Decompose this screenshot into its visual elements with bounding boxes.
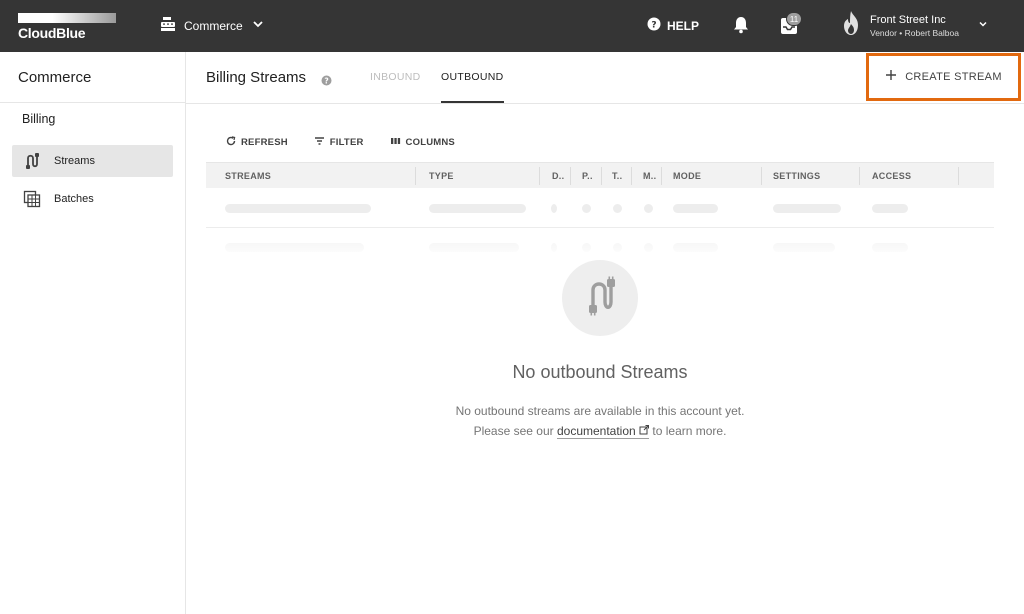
- sidebar-divider: [0, 102, 186, 103]
- page-header: Billing Streams ? INBOUND OUTBOUND CREAT…: [186, 52, 1024, 104]
- empty-state-message: No outbound streams are available in thi…: [455, 404, 745, 418]
- column-header-p[interactable]: P..: [582, 163, 600, 189]
- skeleton-cell: [773, 204, 841, 213]
- doc-hint-suffix: to learn more.: [652, 424, 727, 438]
- skeleton-cell: [582, 204, 591, 213]
- column-divider: [539, 167, 540, 185]
- skeleton-cell: [644, 204, 653, 213]
- refresh-icon: [226, 136, 236, 149]
- bell-icon[interactable]: [733, 16, 749, 39]
- tab-outbound[interactable]: OUTBOUND: [441, 71, 503, 83]
- plus-icon: [885, 68, 897, 86]
- help-circle-icon[interactable]: ?: [321, 73, 332, 91]
- create-stream-label: CREATE STREAM: [905, 71, 1002, 83]
- skeleton-fade: [206, 238, 994, 258]
- sidebar-item-streams[interactable]: Streams: [12, 145, 173, 177]
- column-divider: [859, 167, 860, 185]
- filter-button[interactable]: FILTER: [314, 136, 364, 149]
- sidebar-section-billing: Billing: [22, 112, 56, 126]
- active-tab-indicator: [441, 101, 504, 103]
- columns-icon: [390, 136, 401, 149]
- sidebar-item-batches[interactable]: Batches: [12, 183, 173, 215]
- skeleton-cell: [429, 204, 526, 213]
- column-header-access[interactable]: ACCESS: [872, 163, 952, 189]
- column-divider: [661, 167, 662, 185]
- svg-text:?: ?: [651, 21, 656, 31]
- chevron-down-icon: [977, 17, 989, 35]
- filter-icon: [314, 136, 325, 149]
- cash-register-icon: [160, 16, 176, 37]
- skeleton-cell: [613, 204, 622, 213]
- flame-logo-icon: [840, 10, 862, 41]
- page-title: Billing Streams: [206, 69, 307, 86]
- documentation-link-label: documentation: [556, 424, 636, 438]
- module-label: Commerce: [184, 19, 243, 33]
- svg-text:?: ?: [324, 77, 328, 86]
- logo-text: CloudBlue: [18, 25, 86, 41]
- columns-label: COLUMNS: [405, 137, 455, 148]
- account-menu[interactable]: Front Street Inc Vendor • Robert Balboa: [840, 10, 989, 41]
- column-divider: [631, 167, 632, 185]
- column-divider: [570, 167, 571, 185]
- column-header-streams[interactable]: STREAMS: [225, 163, 405, 189]
- sidebar-item-label: Batches: [54, 193, 94, 205]
- logo-gradient-bar: [18, 13, 116, 23]
- create-stream-button[interactable]: CREATE STREAM: [866, 53, 1021, 101]
- refresh-button[interactable]: REFRESH: [226, 136, 288, 149]
- skeleton-cell: [225, 204, 371, 213]
- columns-button[interactable]: COLUMNS: [390, 136, 455, 149]
- help-label: HELP: [667, 18, 700, 33]
- sidebar-title: Commerce: [18, 69, 92, 86]
- column-divider: [415, 167, 416, 185]
- table-header: STREAMS TYPE D.. P.. T.. M.. MODE SETTIN…: [206, 162, 994, 188]
- top-bar: CloudBlue Commerce ? HELP 11 Front Stree…: [0, 0, 1024, 52]
- streams-icon: [580, 276, 620, 321]
- help-button[interactable]: ? HELP: [647, 17, 699, 34]
- doc-hint-prefix: Please see our: [473, 424, 554, 438]
- batches-icon: [12, 190, 52, 208]
- column-header-type[interactable]: TYPE: [429, 163, 529, 189]
- empty-state-title: No outbound Streams: [512, 362, 688, 382]
- skeleton-cell: [551, 204, 557, 213]
- empty-state-doc-hint: Please see our documentation to learn mo…: [400, 424, 800, 439]
- column-divider: [601, 167, 602, 185]
- column-header-m[interactable]: M..: [643, 163, 661, 189]
- account-name: Front Street Inc: [870, 13, 946, 26]
- column-divider: [958, 167, 959, 185]
- table-toolbar: REFRESH FILTER COLUMNS: [226, 136, 455, 149]
- column-header-settings[interactable]: SETTINGS: [773, 163, 853, 189]
- chevron-down-icon: [251, 17, 265, 36]
- row-divider: [206, 227, 994, 228]
- column-divider: [761, 167, 762, 185]
- filter-label: FILTER: [329, 137, 364, 148]
- tab-inbound[interactable]: INBOUND: [370, 71, 421, 83]
- cloudblue-logo[interactable]: CloudBlue: [18, 13, 116, 41]
- sidebar: Commerce Billing Streams Batches: [0, 52, 186, 614]
- module-switcher[interactable]: Commerce: [160, 16, 265, 36]
- sidebar-item-label: Streams: [54, 155, 95, 167]
- help-circle-icon: ?: [647, 17, 661, 34]
- column-header-t[interactable]: T..: [612, 163, 630, 189]
- streams-icon: [12, 152, 52, 170]
- external-link-icon: [639, 424, 650, 438]
- refresh-label: REFRESH: [241, 137, 288, 148]
- column-header-mode[interactable]: MODE: [673, 163, 753, 189]
- notifications-badge: 11: [786, 12, 802, 26]
- empty-state-icon: [562, 260, 638, 336]
- documentation-link[interactable]: documentation: [556, 424, 650, 439]
- skeleton-cell: [673, 204, 718, 213]
- skeleton-cell: [872, 204, 908, 213]
- account-subtitle: Vendor • Robert Balboa: [870, 27, 959, 38]
- column-header-d[interactable]: D..: [552, 163, 570, 189]
